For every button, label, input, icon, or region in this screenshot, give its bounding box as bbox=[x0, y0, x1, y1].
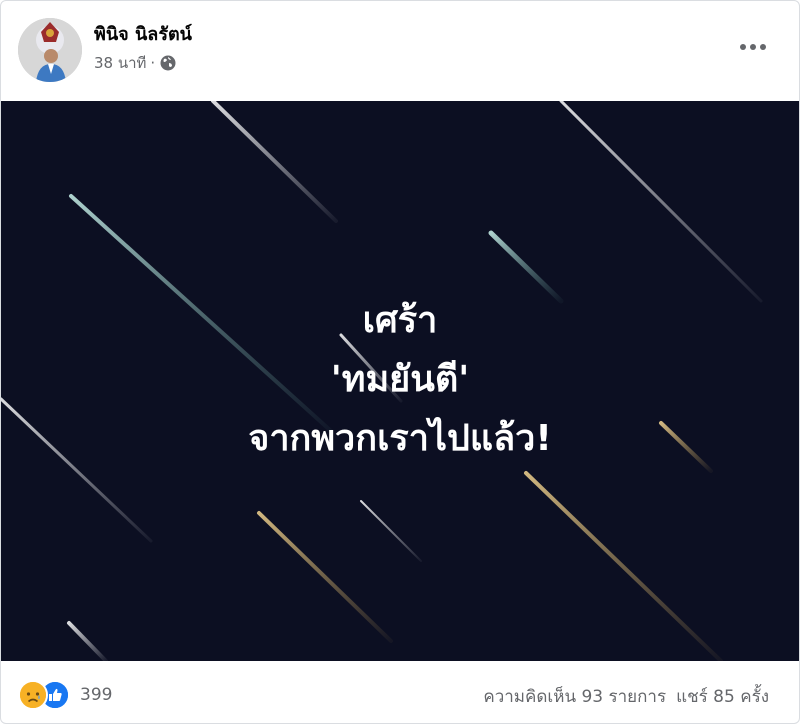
post-image[interactable]: เศร้า 'ทมยันตี' จากพวกเราไปแล้ว! bbox=[1, 101, 799, 661]
post-meta: 38 นาที · bbox=[94, 51, 177, 75]
author-name[interactable]: พินิจ นิลรัตน์ bbox=[94, 19, 192, 48]
meta-separator: · bbox=[150, 54, 156, 72]
overlay-line-1: เศร้า bbox=[362, 300, 438, 341]
overlay-text: เศร้า 'ทมยันตี' จากพวกเราไปแล้ว! bbox=[1, 291, 799, 468]
author-avatar[interactable] bbox=[18, 18, 82, 82]
post-header: พินิจ นิลรัตน์ 38 นาที · bbox=[1, 1, 799, 101]
avatar-image bbox=[18, 18, 82, 82]
comments-count[interactable]: ความคิดเห็น 93 รายการ bbox=[483, 683, 666, 710]
sad-reaction-icon bbox=[18, 680, 48, 710]
post-time[interactable]: 38 นาที bbox=[94, 51, 146, 75]
more-options-icon bbox=[740, 44, 766, 50]
shares-count[interactable]: แชร์ 85 ครั้ง bbox=[676, 683, 769, 710]
overlay-line-2: 'ทมยันตี' bbox=[330, 359, 470, 400]
reaction-count: 399 bbox=[80, 685, 113, 705]
more-options-button[interactable] bbox=[733, 31, 773, 63]
post-card: พินิจ นิลรัตน์ 38 นาที · เศร้า 'ทมยันตี'… bbox=[0, 0, 800, 724]
footer-stats: ความคิดเห็น 93 รายการ แชร์ 85 ครั้ง bbox=[483, 683, 769, 710]
overlay-line-3: จากพวกเราไปแล้ว! bbox=[248, 418, 552, 459]
post-footer: 399 ความคิดเห็น 93 รายการ แชร์ 85 ครั้ง bbox=[1, 663, 799, 723]
globe-icon bbox=[159, 54, 177, 72]
reactions-summary[interactable]: 399 bbox=[18, 679, 112, 711]
